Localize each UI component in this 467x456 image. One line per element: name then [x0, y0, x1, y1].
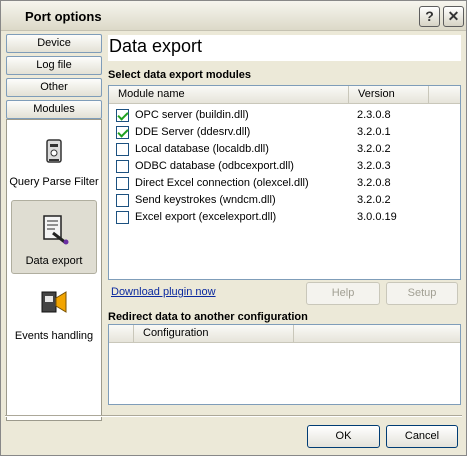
module-checkbox[interactable]	[116, 126, 129, 139]
nav-item-data-export[interactable]: Data export	[11, 200, 97, 274]
module-row[interactable]: Local database (localdb.dll) 3.2.0.2	[109, 141, 460, 158]
module-name: Excel export (excelexport.dll)	[135, 211, 277, 223]
module-version: 3.2.0.2	[357, 194, 391, 206]
module-checkbox[interactable]	[116, 211, 129, 224]
footer-divider	[5, 415, 462, 417]
module-version: 2.3.0.8	[357, 109, 391, 121]
download-plugin-link[interactable]: Download plugin now	[111, 286, 216, 298]
module-name: ODBC database (odbcexport.dll)	[135, 160, 294, 172]
title-bar[interactable]: Port options ? ✕	[1, 1, 466, 31]
module-row[interactable]: DDE Server (ddesrv.dll) 3.2.0.1	[109, 124, 460, 141]
close-icon[interactable]: ✕	[443, 6, 464, 27]
help-button[interactable]: Help	[306, 282, 380, 305]
column-header-module-name[interactable]: Module name	[109, 86, 349, 104]
nav-log-file-button[interactable]: Log file	[6, 56, 102, 75]
configuration-list[interactable]: Configuration	[108, 324, 461, 405]
nav-item-label: Query Parse Filter	[9, 176, 99, 188]
filter-icon	[46, 139, 62, 163]
module-version: 3.2.0.8	[357, 177, 391, 189]
module-name: OPC server (buildin.dll)	[135, 109, 249, 121]
module-checkbox[interactable]	[116, 194, 129, 207]
module-version: 3.2.0.1	[357, 126, 391, 138]
module-version: 3.2.0.3	[357, 160, 391, 172]
module-row[interactable]: Send keystrokes (wndcm.dll) 3.2.0.2	[109, 192, 460, 209]
nav-item-label: Data export	[25, 255, 83, 267]
configuration-list-header: Configuration	[109, 325, 460, 343]
module-version: 3.2.0.2	[357, 143, 391, 155]
module-version: 3.0.0.19	[357, 211, 397, 223]
module-checkbox[interactable]	[116, 109, 129, 122]
module-checkbox[interactable]	[116, 177, 129, 190]
column-header-version[interactable]: Version	[349, 86, 429, 104]
nav-modules-button[interactable]: Modules	[6, 100, 102, 119]
module-checkbox[interactable]	[116, 160, 129, 173]
module-name: Local database (localdb.dll)	[135, 143, 269, 155]
modules-nav-panel: Query Parse Filter Data export Events ha…	[6, 119, 102, 421]
window-title: Port options	[25, 9, 102, 24]
module-name: Direct Excel connection (olexcel.dll)	[135, 177, 309, 189]
nav-item-query-parse-filter[interactable]: Query Parse Filter	[7, 134, 101, 194]
module-name: Send keystrokes (wndcm.dll)	[135, 194, 276, 206]
module-row[interactable]: OPC server (buildin.dll) 2.3.0.8	[109, 107, 460, 124]
module-checkbox[interactable]	[116, 143, 129, 156]
column-header-blank[interactable]	[109, 325, 134, 343]
column-header-configuration[interactable]: Configuration	[134, 325, 294, 343]
nav-item-label: Events handling	[14, 330, 94, 342]
data-export-icon	[43, 215, 69, 245]
page-title: Data export	[108, 35, 461, 61]
setup-button[interactable]: Setup	[386, 282, 458, 305]
module-row[interactable]: Excel export (excelexport.dll) 3.0.0.19	[109, 209, 460, 226]
ok-button[interactable]: OK	[307, 425, 380, 448]
module-name: DDE Server (ddesrv.dll)	[135, 126, 251, 138]
modules-group-label: Select data export modules	[108, 69, 252, 81]
module-row[interactable]: ODBC database (odbcexport.dll) 3.2.0.3	[109, 158, 460, 175]
help-title-button[interactable]: ?	[419, 6, 440, 27]
nav-item-events-handling[interactable]: Events handling	[7, 284, 101, 344]
events-icon	[41, 291, 67, 313]
nav-other-button[interactable]: Other	[6, 78, 102, 97]
cancel-button[interactable]: Cancel	[386, 425, 458, 448]
nav-device-button[interactable]: Device	[6, 34, 102, 53]
module-row[interactable]: Direct Excel connection (olexcel.dll) 3.…	[109, 175, 460, 192]
modules-list-header: Module name Version	[109, 86, 460, 104]
port-options-window: Port options ? ✕ Device Log file Other M…	[0, 0, 467, 456]
modules-list[interactable]: Module name Version OPC server (buildin.…	[108, 85, 461, 280]
redirect-group-label: Redirect data to another configuration	[108, 311, 308, 323]
